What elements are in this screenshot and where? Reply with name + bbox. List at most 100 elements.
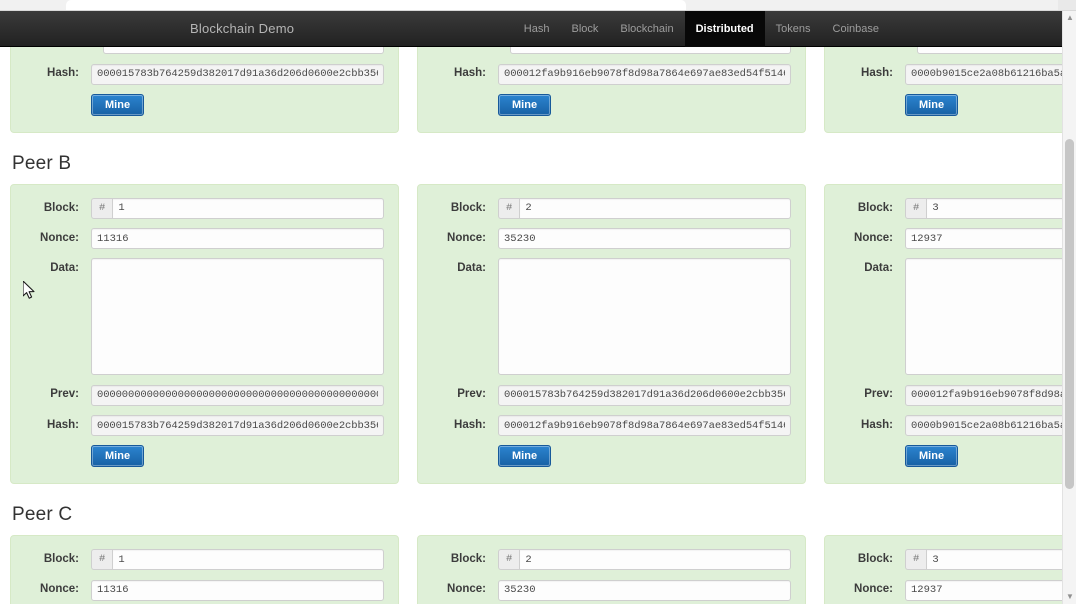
mine-row: Mine	[432, 93, 791, 116]
hash-input[interactable]	[905, 63, 1076, 85]
prev-hash-input[interactable]	[91, 384, 384, 406]
nonce-label: Nonce:	[447, 583, 486, 595]
block-label: Block:	[450, 201, 486, 214]
block-card: Block: # Nonce: Data:	[10, 183, 399, 484]
nonce-label: Nonce:	[40, 583, 79, 595]
mine-button[interactable]: Mine	[498, 93, 552, 116]
nonce-input[interactable]	[91, 579, 384, 601]
block-number-input[interactable]	[519, 549, 791, 570]
hash-input[interactable]	[91, 415, 384, 436]
block-number-input[interactable]	[926, 549, 1076, 570]
peer-row-c: Block: # Nonce: Data:	[10, 535, 1076, 604]
block-label: Block:	[43, 201, 79, 214]
block-input-group: #	[905, 197, 1076, 219]
mine-row: Mine	[25, 445, 384, 467]
prev-hash-input[interactable]	[905, 384, 1076, 406]
hash-sign-prefix: #	[91, 549, 113, 570]
browser-tabstrip[interactable]	[66, 0, 686, 10]
navbar-brand[interactable]: Blockchain Demo	[190, 21, 294, 36]
hash-sign-prefix: #	[91, 197, 113, 219]
mine-button[interactable]: Mine	[91, 445, 145, 467]
nav-link-block[interactable]: Block	[560, 11, 609, 47]
block-label: Block:	[450, 553, 486, 565]
mine-button[interactable]: Mine	[905, 93, 959, 116]
hash-row: Hash:	[432, 415, 791, 436]
hash-row: Hash:	[432, 63, 791, 85]
block-number-input[interactable]	[112, 197, 384, 219]
hash-label: Hash:	[861, 418, 893, 431]
mine-button[interactable]: Mine	[91, 93, 145, 116]
block-row: Block: #	[432, 549, 791, 570]
block-row: Block: #	[839, 197, 1076, 219]
hash-row: Hash:	[25, 415, 384, 436]
nonce-row: Nonce:	[432, 228, 791, 249]
prev-label: Prev:	[50, 388, 79, 400]
data-row: Data:	[432, 258, 791, 375]
prev-row: Prev:	[25, 384, 384, 406]
prev-hash-input[interactable]	[498, 384, 791, 406]
vertical-scrollbar[interactable]: ▲ ▼	[1062, 11, 1076, 604]
nonce-input[interactable]	[91, 228, 384, 249]
scrollbar-thumb[interactable]	[1065, 139, 1074, 489]
mine-row: Mine	[839, 93, 1076, 116]
nonce-label: Nonce:	[854, 231, 893, 244]
nonce-input[interactable]	[905, 228, 1076, 249]
nonce-input[interactable]	[498, 228, 791, 249]
hash-input[interactable]	[498, 415, 791, 436]
nonce-row: Nonce:	[432, 579, 791, 601]
nonce-label: Nonce:	[854, 583, 893, 595]
hash-label: Hash:	[454, 418, 486, 431]
mine-row: Mine	[432, 445, 791, 467]
hash-input[interactable]	[498, 63, 791, 85]
block-input-group: #	[498, 197, 791, 219]
block-number-input[interactable]	[112, 549, 384, 570]
nav-link-tokens[interactable]: Tokens	[765, 11, 822, 47]
peer-title-c: Peer C	[12, 504, 73, 525]
hash-input[interactable]	[905, 415, 1076, 436]
data-textarea-cutoff[interactable]	[103, 47, 384, 54]
nonce-row: Nonce:	[25, 579, 384, 601]
nav-link-distributed[interactable]: Distributed	[684, 11, 765, 47]
mine-row: Mine	[25, 93, 384, 116]
data-textarea-cutoff[interactable]	[917, 47, 1076, 54]
nonce-label: Nonce:	[447, 231, 486, 244]
nonce-row: Nonce:	[839, 579, 1076, 601]
block-input-group: #	[91, 549, 384, 570]
block-input-group: #	[498, 549, 791, 570]
hash-label: Hash:	[47, 67, 79, 79]
block-card: Hash: Mine	[824, 47, 1076, 133]
block-card: Block: # Nonce: Data:	[417, 535, 806, 604]
block-label: Block:	[857, 201, 893, 214]
block-card: Hash: Mine	[10, 47, 399, 133]
nav-link-coinbase[interactable]: Coinbase	[822, 11, 890, 47]
hash-label: Hash:	[861, 67, 893, 79]
data-textarea[interactable]	[91, 258, 384, 375]
hash-row: Hash:	[839, 63, 1076, 85]
hash-input[interactable]	[91, 63, 384, 85]
nav-link-blockchain[interactable]: Blockchain	[609, 11, 684, 47]
block-number-input[interactable]	[926, 197, 1076, 219]
data-textarea-cutoff[interactable]	[510, 47, 791, 54]
peer-row-b: Block: # Nonce: Data:	[10, 183, 1076, 484]
data-textarea[interactable]	[498, 258, 791, 375]
page-scroll-container: Blockchain Demo Hash Block Blockchain Di…	[0, 11, 1076, 604]
block-card: Block: # Nonce: Data:	[824, 183, 1076, 484]
hash-row: Hash:	[25, 63, 384, 85]
nav-link-hash[interactable]: Hash	[513, 11, 561, 47]
nonce-input[interactable]	[498, 579, 791, 601]
mine-button[interactable]: Mine	[498, 445, 552, 467]
block-number-input[interactable]	[519, 197, 791, 219]
data-textarea[interactable]	[905, 258, 1076, 375]
peer-title-b: Peer B	[12, 152, 72, 174]
nonce-input[interactable]	[905, 579, 1076, 601]
hash-sign-prefix: #	[905, 197, 927, 219]
content-area: Hash: Mine Hash: Mine	[0, 47, 1076, 604]
data-row: Data:	[839, 258, 1076, 375]
nonce-label: Nonce:	[40, 231, 79, 244]
block-row: Block: #	[25, 549, 384, 570]
scroll-up-arrow-icon[interactable]: ▲	[1063, 11, 1076, 25]
hash-label: Hash:	[454, 67, 486, 79]
scroll-down-arrow-icon[interactable]: ▼	[1063, 590, 1076, 604]
block-input-group: #	[905, 549, 1076, 570]
mine-button[interactable]: Mine	[905, 445, 959, 467]
